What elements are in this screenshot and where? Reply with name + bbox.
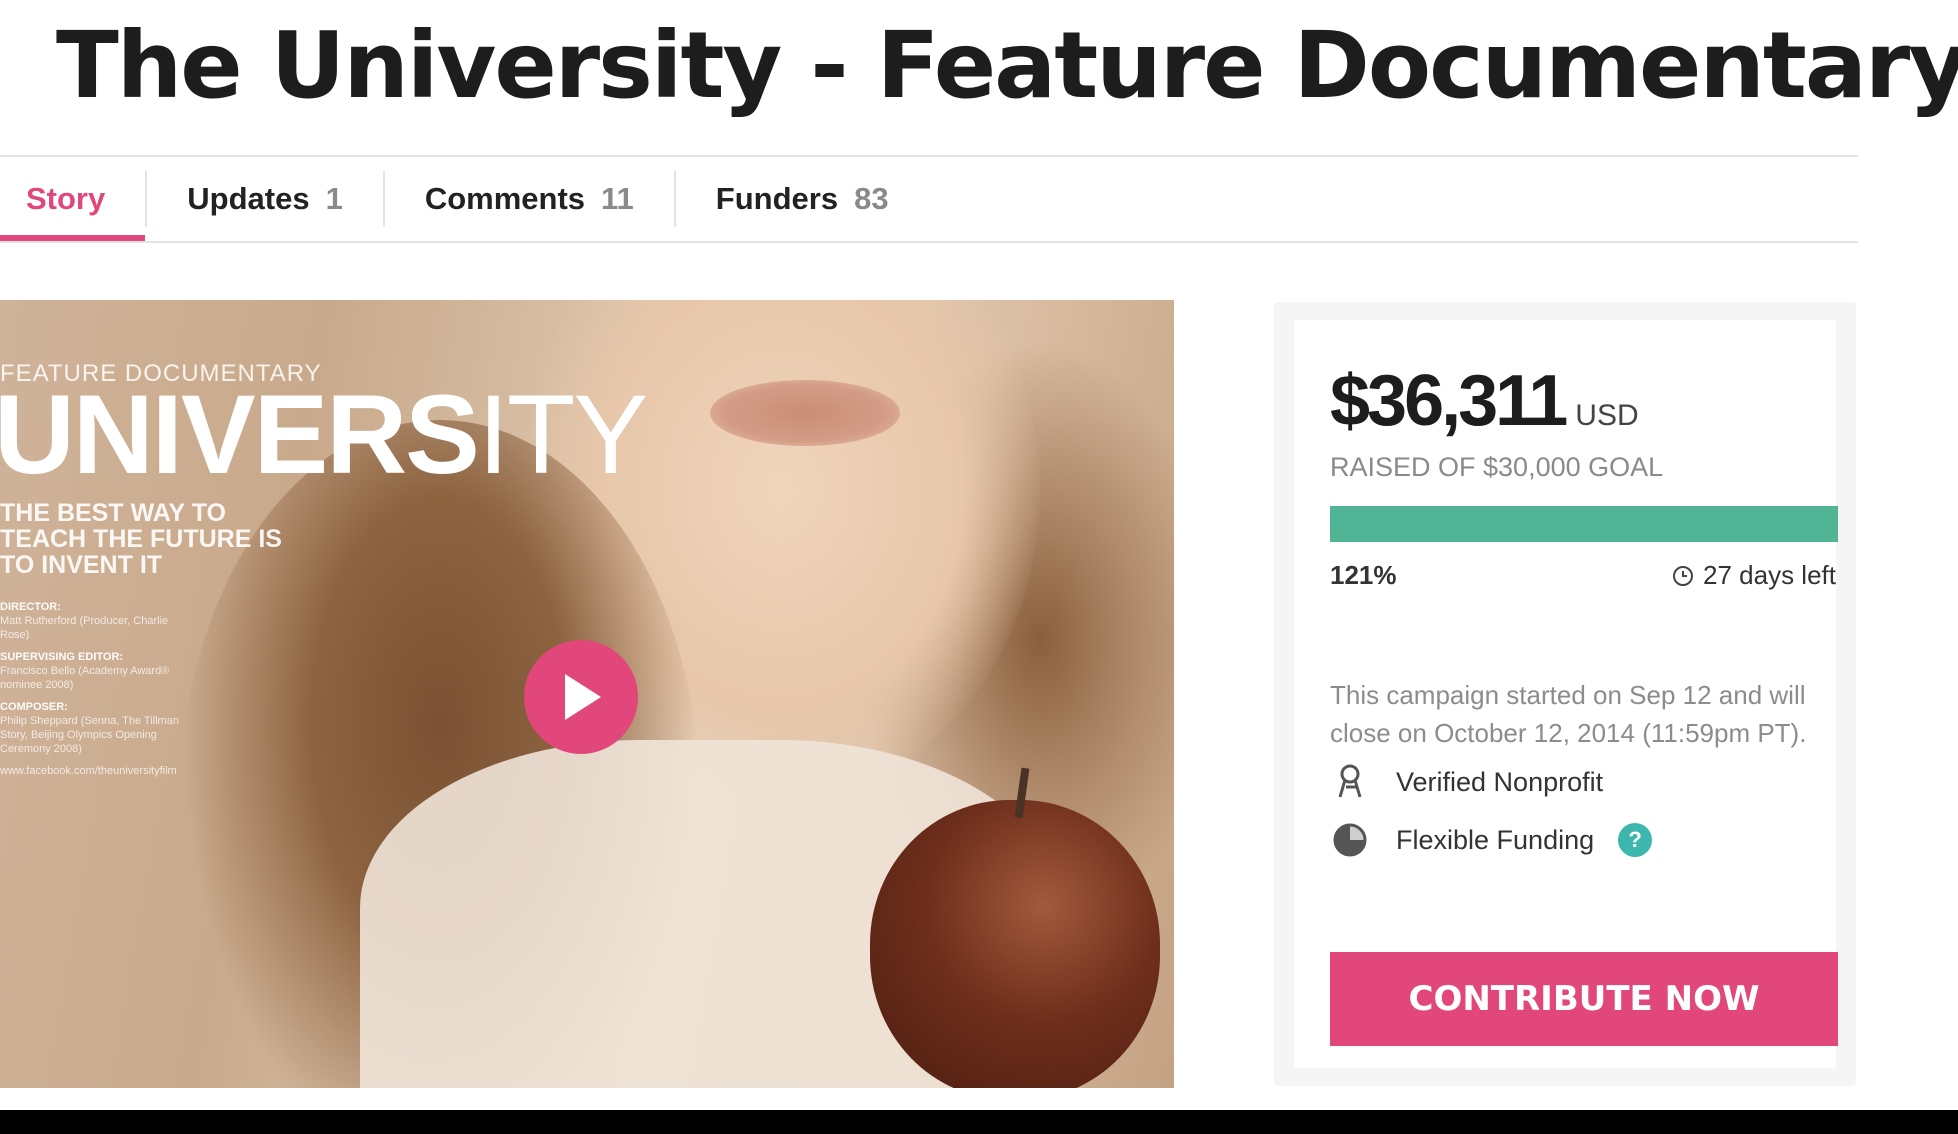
contribute-now-button[interactable]: CONTRIBUTE NOW [1330,952,1838,1046]
campaign-video[interactable]: FEATURE DOCUMENTARY UNIVERSITY THE BEST … [0,300,1174,1088]
days-left: 27 days left [1636,560,1836,591]
poster-logo-thin: ITY [477,372,648,497]
credit-text: Philip Sheppard (Senna, The Tillman Stor… [0,715,179,755]
half-circle-icon [1330,820,1370,860]
tabs-bottom-divider [0,241,1858,243]
amount-raised: $36,311 USD [1330,360,1639,442]
percent-funded: 121% [1330,560,1397,590]
tab-funders-count: 83 [854,181,889,216]
tab-updates[interactable]: Updates 1 [147,157,383,241]
credit-text: www.facebook.com/theuniversityfilm [0,765,177,777]
flexible-funding-label: Flexible Funding [1396,824,1595,855]
poster-logo-bold: UNIVERS [0,372,480,497]
bottom-edge [0,1110,1958,1134]
verified-nonprofit-label: Verified Nonprofit [1396,766,1604,797]
campaign-dates: This campaign started on Sep 12 and will… [1330,680,1807,748]
credit-heading: COMPOSER: [0,701,68,713]
tab-updates-label: Updates [187,181,310,216]
verified-nonprofit: Verified Nonprofit [1330,762,1603,802]
credit-heading: DIRECTOR: [0,601,61,613]
funding-card-inner: $36,311 USD RAISED OF $30,000 GOAL 121% 2… [1294,320,1838,1068]
tab-funders[interactable]: Funders 83 [676,157,929,241]
poster-credit: DIRECTOR: Matt Rutherford (Producer, Char… [0,600,190,642]
video-image-lips [710,380,900,446]
tab-story[interactable]: Story [0,157,146,241]
tab-funders-label: Funders [715,181,839,216]
progress-bar [1330,506,1838,542]
video-image-apple [870,800,1160,1088]
page-title: The University - Feature Documentary [56,12,1958,119]
poster-logo: UNIVERSITY [0,370,648,499]
credit-text: Francisco Bello (Academy Award® nominee … [0,665,170,691]
poster-tagline: THE BEST WAY TO TEACH THE FUTURE IS TO I… [0,499,282,579]
ribbon-icon [1330,762,1370,802]
poster-credit: SUPERVISING EDITOR: Francisco Bello (Acad… [0,650,190,692]
tab-story-label: Story [26,181,106,216]
poster-credits: DIRECTOR: Matt Rutherford (Producer, Char… [0,600,190,778]
tab-comments-label: Comments [424,181,586,216]
clock-icon [1673,565,1694,586]
days-left-label: 27 days left [1703,560,1836,590]
help-icon[interactable]: ? [1618,823,1653,857]
tab-bar: Story Updates 1 Comments 11 Funders 83 [0,157,929,241]
tab-comments[interactable]: Comments 11 [385,157,674,241]
goal-text: RAISED OF $30,000 GOAL [1330,452,1664,482]
amount-value: $36,311 [1330,361,1568,441]
tab-updates-count: 1 [325,181,343,216]
progress-bar-fill [1330,506,1838,542]
credit-text: Matt Rutherford (Producer, Charlie Rose) [0,615,169,641]
poster-credit: www.facebook.com/theuniversityfilm [0,764,190,778]
play-button[interactable] [524,640,638,754]
funding-card: $36,311 USD RAISED OF $30,000 GOAL 121% 2… [1274,302,1856,1086]
poster-credit: COMPOSER: Philip Sheppard (Senna, The Til… [0,700,190,756]
amount-currency: USD [1575,399,1639,432]
tab-comments-count: 11 [601,181,634,216]
credit-heading: SUPERVISING EDITOR: [0,651,124,663]
flexible-funding: Flexible Funding ? [1330,820,1653,860]
play-icon [565,674,601,720]
